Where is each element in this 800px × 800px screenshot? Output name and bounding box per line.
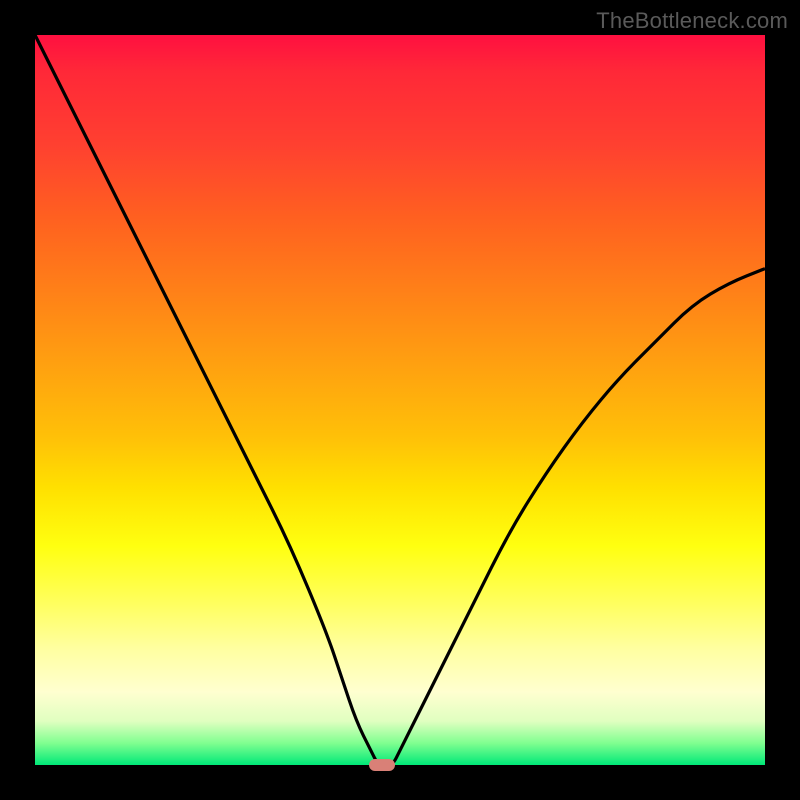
bottleneck-curve: [35, 35, 765, 765]
optimum-marker: [369, 759, 395, 771]
chart-container: TheBottleneck.com: [0, 0, 800, 800]
watermark-text: TheBottleneck.com: [596, 8, 788, 34]
